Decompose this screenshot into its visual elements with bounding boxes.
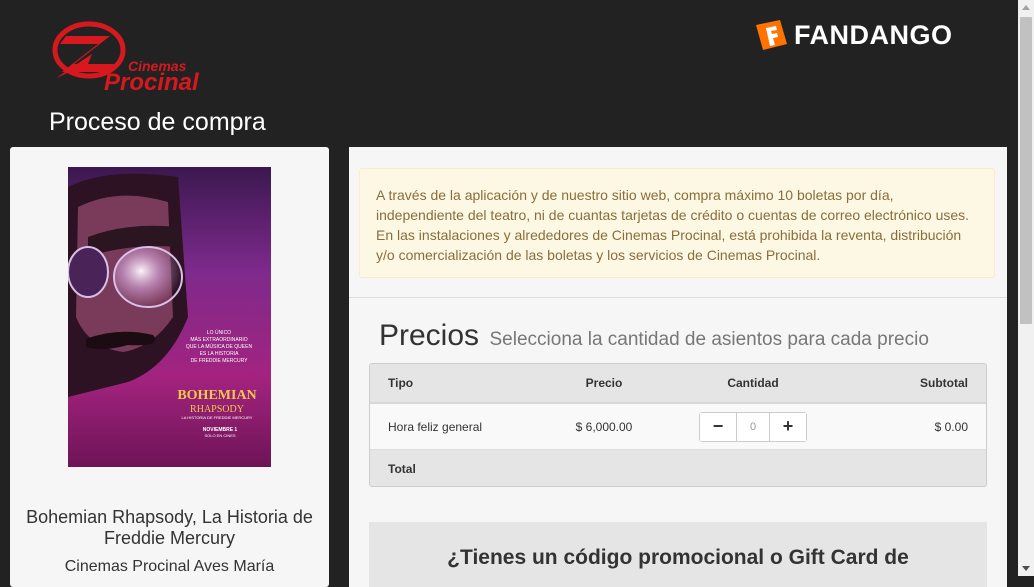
svg-text:BOHEMIAN: BOHEMIAN xyxy=(177,388,256,403)
scrollbar-thumb[interactable] xyxy=(1020,17,1032,324)
prices-subtitle: Selecciona la cantidad de asientos para … xyxy=(489,329,929,350)
purchase-panel: A través de la aplicación y de nuestro s… xyxy=(349,147,1007,587)
prices-heading: Precios Selecciona la cantidad de asient… xyxy=(379,319,929,353)
svg-text:DE FREDDIE MERCURY: DE FREDDIE MERCURY xyxy=(191,358,249,364)
fandango-wordmark: FANDANGO xyxy=(794,20,953,50)
column-header-type: Tipo xyxy=(388,376,414,390)
table-header: Tipo Precio Cantidad Subtotal xyxy=(370,364,986,404)
quantity-input[interactable]: 0 xyxy=(737,413,769,441)
column-header-subtotal: Subtotal xyxy=(920,376,968,390)
ticket-subtotal: $ 0.00 xyxy=(934,419,968,434)
table-footer: Total xyxy=(370,450,986,486)
movie-title: Bohemian Rhapsody, La Historia de Freddi… xyxy=(26,507,313,548)
ticket-type: Hora feliz general xyxy=(388,419,483,434)
notice-text: A través de la aplicación y de nuestro s… xyxy=(376,187,970,263)
plus-icon: + xyxy=(782,416,794,436)
ticket-price: $ 6,000.00 xyxy=(575,419,633,434)
movie-card: LO ÚNICO MÁS EXTRAORDINARIO QUE LA MÚSIC… xyxy=(10,147,329,587)
cinema-name: Cinemas Procinal Aves María xyxy=(64,558,275,575)
movie-poster[interactable]: LO ÚNICO MÁS EXTRAORDINARIO QUE LA MÚSIC… xyxy=(68,167,271,467)
column-header-price: Precio xyxy=(585,376,623,390)
total-label: Total xyxy=(388,461,416,476)
quantity-stepper: − 0 + xyxy=(699,411,807,442)
price-table: Tipo Precio Cantidad Subtotal Hora feliz… xyxy=(369,363,987,487)
section-divider xyxy=(349,297,1007,298)
svg-text:LA HISTORIA DE FREDDIE MERCURY: LA HISTORIA DE FREDDIE MERCURY xyxy=(182,415,253,420)
svg-text:QUE LA MÚSICA DE QUEEN: QUE LA MÚSICA DE QUEEN xyxy=(186,343,253,350)
decrease-quantity-button[interactable]: − xyxy=(700,412,737,441)
cinemas-procinal-logo[interactable]: Cinemas Procinal xyxy=(52,20,232,96)
svg-text:ES LA HISTORIA: ES LA HISTORIA xyxy=(200,351,239,357)
scroll-down-arrow-icon[interactable] xyxy=(1022,566,1030,571)
promo-title: ¿Tienes un código promocional o Gift Car… xyxy=(447,546,909,569)
svg-text:MÁS EXTRAORDINARIO: MÁS EXTRAORDINARIO xyxy=(190,336,247,343)
fandango-logo[interactable]: FANDANGO xyxy=(754,19,953,52)
svg-text:Procinal: Procinal xyxy=(104,69,200,94)
page-scrollbar[interactable] xyxy=(1018,0,1034,576)
top-header: Cinemas Procinal Proceso de compra FANDA… xyxy=(0,0,1018,147)
increase-quantity-button[interactable]: + xyxy=(769,412,806,441)
prices-title: Precios xyxy=(379,319,480,352)
fandango-icon xyxy=(756,20,787,50)
purchase-limit-notice: A través de la aplicación y de nuestro s… xyxy=(359,168,995,278)
quantity-cell: − 0 + xyxy=(698,404,808,449)
minus-icon: − xyxy=(712,416,724,436)
column-header-quantity: Cantidad xyxy=(727,376,779,390)
scroll-up-arrow-icon[interactable] xyxy=(1022,5,1030,10)
promo-code-section: ¿Tienes un código promocional o Gift Car… xyxy=(369,522,987,587)
table-row: Hora feliz general $ 6,000.00 − 0 + $ 0.… xyxy=(370,404,986,450)
svg-text:LO ÚNICO: LO ÚNICO xyxy=(207,329,231,336)
svg-text:RHAPSODY: RHAPSODY xyxy=(190,404,244,415)
svg-text:SOLO EN CINES: SOLO EN CINES xyxy=(204,433,235,438)
page-title: Proceso de compra xyxy=(49,108,266,136)
